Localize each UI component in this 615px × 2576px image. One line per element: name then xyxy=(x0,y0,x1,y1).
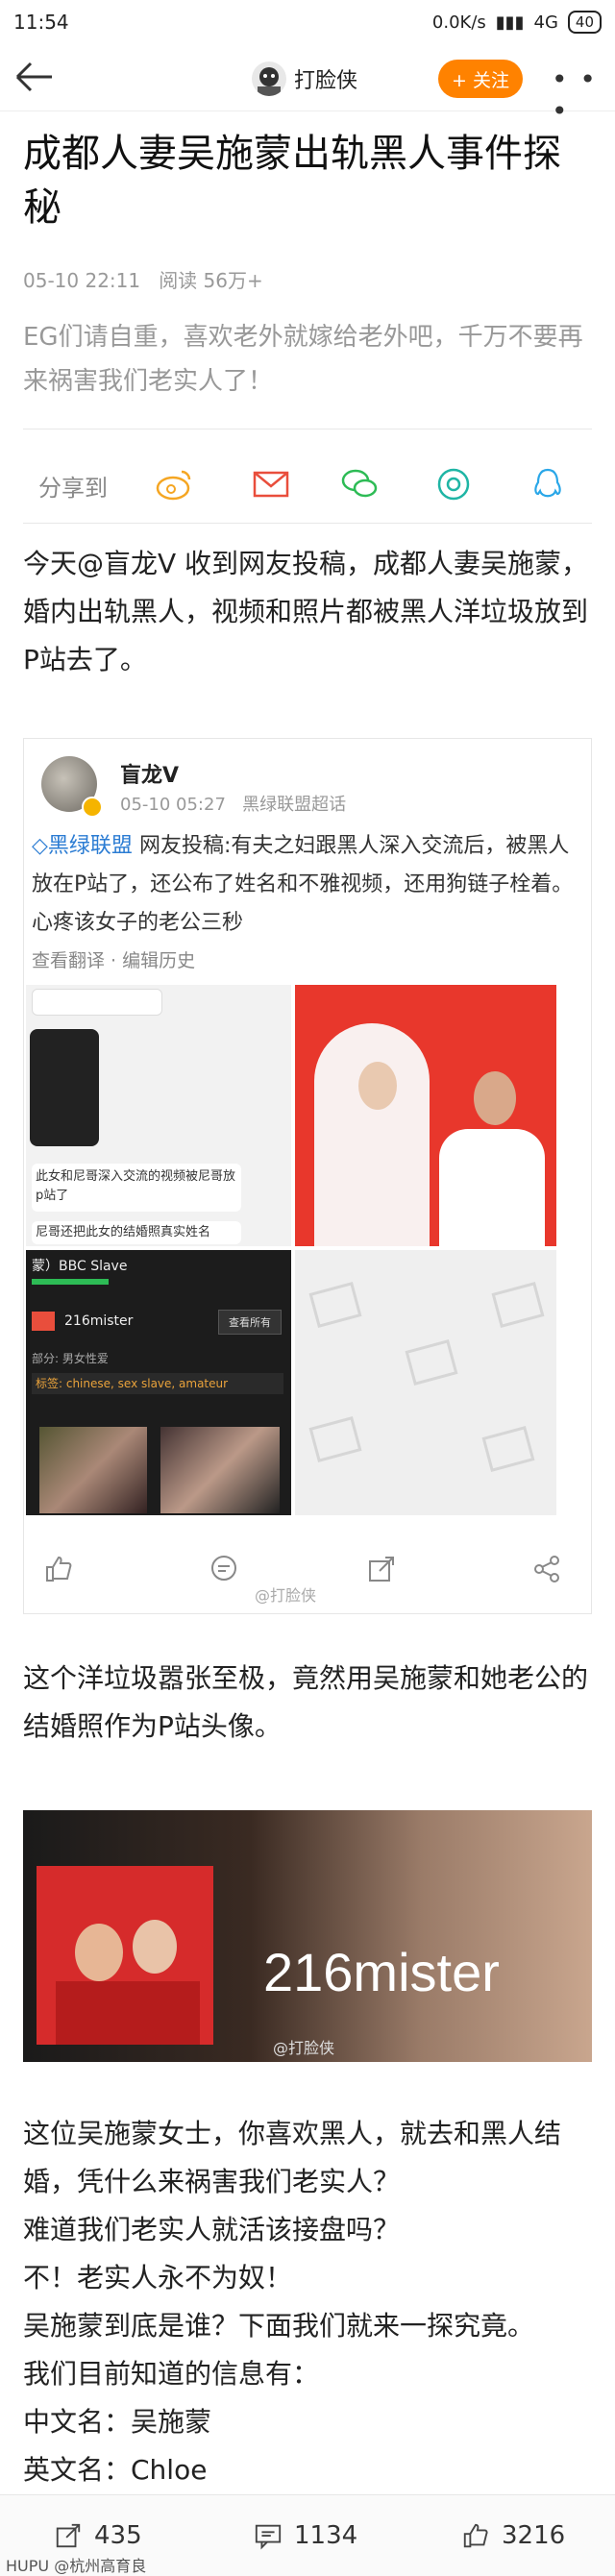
weibo-share-icon[interactable] xyxy=(156,467,194,502)
battery-icon: 40 xyxy=(567,11,602,34)
post-text: ◇黑绿联盟 网友投稿:有夫之妇跟黑人深入交流后，被黑人放在P站了，还公布了姓名和… xyxy=(32,827,581,943)
repost-icon xyxy=(56,2523,81,2548)
comment-icon xyxy=(255,2524,282,2550)
topic-diamond-icon: ◇ xyxy=(32,834,48,858)
qq-share-icon[interactable] xyxy=(529,467,567,502)
like-count-button[interactable]: 3216 xyxy=(461,2516,565,2555)
share-count-button[interactable]: 435 xyxy=(54,2516,142,2555)
paragraph-line: 我们目前知道的信息有： xyxy=(23,2358,320,2390)
post-source[interactable]: 黑绿联盟超话 xyxy=(242,795,346,815)
follow-button[interactable]: + 关注 xyxy=(438,60,523,98)
chat-bubble: 尼哥还把此女的结婚照真实姓名 xyxy=(32,1221,241,1244)
post-image-chat[interactable]: 此女和尼哥深入交流的视频被尼哥放p站了 尼哥还把此女的结婚照真实姓名 xyxy=(26,985,291,1246)
verified-badge-icon xyxy=(82,797,103,818)
network-speed: 0.0K/s xyxy=(431,12,486,33)
post-image-wedding[interactable] xyxy=(295,985,556,1246)
post-action-bar: @打脸侠 xyxy=(24,1542,593,1605)
profile-tags: 标签: chinese, sex slave, amateur xyxy=(32,1373,283,1394)
paragraph-line: 英文名：Chloe xyxy=(23,2454,208,2486)
repost-icon[interactable] xyxy=(366,1554,397,1584)
article-meta: 05-10 22:11 阅读 56万+ xyxy=(23,265,263,293)
post-image-placeholder[interactable] xyxy=(295,1250,556,1515)
embedded-post[interactable]: 盲龙V 05-10 05:27 黑绿联盟超话 ◇黑绿联盟 网友投稿:有夫之妇跟黑… xyxy=(23,738,592,1614)
profile-view-all-button: 查看所有 xyxy=(218,1310,282,1335)
article-summary: EG们请自重，喜欢老外就嫁给老外吧，千万不要再来祸害我们老实人了！ xyxy=(23,323,583,396)
article-reads: 阅读 56万+ xyxy=(159,269,263,292)
wechat-share-icon[interactable] xyxy=(340,467,379,502)
more-icon[interactable]: • • • xyxy=(552,63,615,127)
paragraph-line: 中文名：吴施蒙 xyxy=(23,2406,212,2438)
chat-bubble: 此女和尼哥深入交流的视频被尼哥放p站了 xyxy=(32,1164,241,1212)
post-meta: 05-10 05:27 黑绿联盟超话 xyxy=(120,791,346,816)
share-label: 分享到 xyxy=(38,475,108,502)
share-row: 分享到 xyxy=(0,448,615,521)
profile-name: 216mister xyxy=(64,1313,134,1329)
signal-icon: ▮▮▮ xyxy=(495,12,525,33)
like-icon xyxy=(463,2523,488,2548)
status-time: 11:54 xyxy=(13,11,69,34)
post-links[interactable]: 查看翻译 · 编辑历史 xyxy=(32,946,195,972)
email-share-icon[interactable] xyxy=(252,467,290,502)
profile-title: 蒙）BBC Slave xyxy=(32,1259,128,1274)
watermark: @打脸侠 xyxy=(255,1586,317,1605)
paragraph-line: 难道我们老实人就活该接盘吗？ xyxy=(23,2214,401,2245)
paragraph-line: 不！老实人永不为奴！ xyxy=(23,2262,293,2294)
banner-username: 216mister xyxy=(263,1942,500,2002)
comment-count: 1134 xyxy=(294,2521,358,2550)
profile-gender: 部分: 男女性爱 xyxy=(32,1352,109,1365)
nav-bar: 打脸侠 + 关注 • • • xyxy=(0,44,615,127)
back-arrow-icon[interactable] xyxy=(13,58,56,96)
author-avatar[interactable] xyxy=(252,61,286,96)
author-name[interactable]: 打脸侠 xyxy=(294,63,357,94)
post-author-name[interactable]: 盲龙V xyxy=(120,758,179,789)
battery-level: 40 xyxy=(575,13,594,31)
divider xyxy=(23,523,592,524)
article-paragraph-block: 这位吴施蒙女士，你喜欢黑人，就去和黑人结婚，凭什么来祸害我们老实人？ 难道我们老… xyxy=(23,2110,592,2494)
share-count: 435 xyxy=(94,2521,142,2550)
post-image-profile[interactable]: 蒙）BBC Slave 216mister 查看所有 部分: 男女性爱 标签: … xyxy=(26,1250,291,1515)
article-paragraph: 这个洋垃圾嚣张至极，竟然用吴施蒙和她老公的结婚照作为P站头像。 xyxy=(23,1662,589,1742)
bottom-action-bar: 435 1134 3216 HUPU @杭州高育良 xyxy=(0,2494,615,2576)
paragraph-line: 吴施蒙到底是谁？下面我们就来一探究竟。 xyxy=(23,2310,535,2342)
moments-share-icon[interactable] xyxy=(434,467,473,502)
watermark: @打脸侠 xyxy=(273,2039,335,2057)
topic-tag[interactable]: 黑绿联盟 xyxy=(48,834,133,858)
article-title: 成都人妻吴施蒙出轨黑人事件探秘 xyxy=(23,132,561,230)
banner-image[interactable]: 216mister @打脸侠 xyxy=(23,1810,592,2062)
article-paragraph: 今天@盲龙V 收到网友投稿，成都人妻吴施蒙，婚内出轨黑人，视频和照片都被黑人洋垃… xyxy=(23,548,589,675)
article-date: 05-10 22:11 xyxy=(23,269,141,292)
like-count: 3216 xyxy=(502,2521,566,2550)
banner-wedding-photo xyxy=(37,1866,213,2045)
share-icon[interactable] xyxy=(531,1554,562,1584)
paragraph-line: 这位吴施蒙女士，你喜欢黑人，就去和黑人结婚，凭什么来祸害我们老实人？ xyxy=(23,2118,562,2197)
comment-count-button[interactable]: 1134 xyxy=(254,2516,357,2555)
like-icon[interactable] xyxy=(43,1554,74,1584)
image-placeholder-icon xyxy=(308,1282,545,1472)
status-bar: 11:54 0.0K/s ▮▮▮ 4G 40 xyxy=(0,0,615,44)
post-date: 05-10 05:27 xyxy=(120,795,226,815)
comment-icon[interactable] xyxy=(209,1554,239,1584)
network-type: 4G xyxy=(533,12,558,33)
watermark: HUPU @杭州高育良 xyxy=(6,2557,147,2575)
